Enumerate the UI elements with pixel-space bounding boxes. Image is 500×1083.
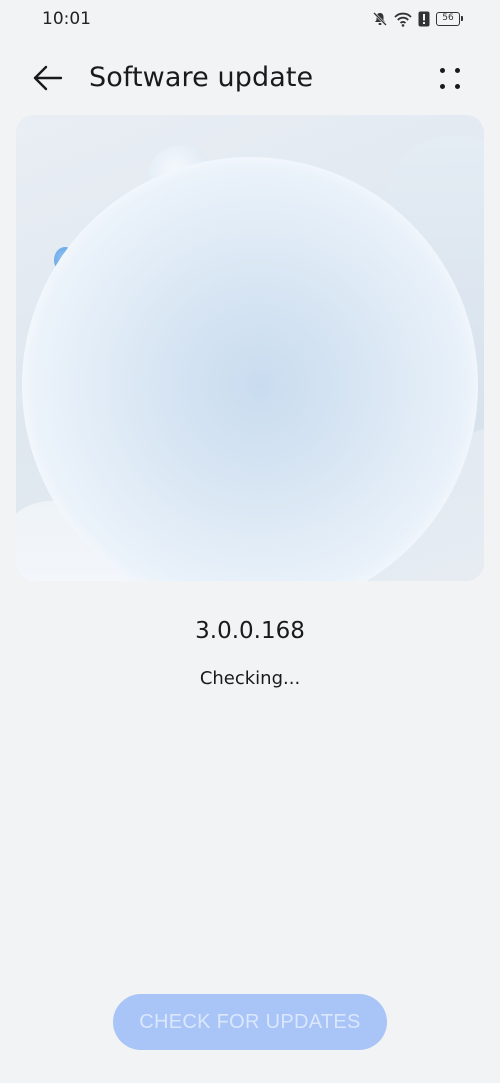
more-options-button[interactable] <box>436 62 464 94</box>
status-time: 10:01 <box>42 9 91 29</box>
back-arrow-icon <box>33 65 63 91</box>
alert-icon <box>418 11 430 27</box>
app-bar: Software update <box>0 48 500 108</box>
version-number: 3.0.0.168 <box>195 618 305 644</box>
page-title: Software update <box>89 62 314 93</box>
status-bar: 10:01 56 <box>0 0 500 40</box>
update-illustration <box>16 115 484 581</box>
check-for-updates-button[interactable]: CHECK FOR UPDATES <box>113 994 387 1050</box>
back-button[interactable] <box>30 60 66 96</box>
status-icons: 56 <box>372 10 463 28</box>
mute-bell-icon <box>372 11 388 27</box>
battery-icon: 56 <box>436 12 463 26</box>
wifi-icon <box>394 12 412 27</box>
update-status-text: Checking... <box>199 668 301 689</box>
more-dots-icon <box>440 68 445 73</box>
